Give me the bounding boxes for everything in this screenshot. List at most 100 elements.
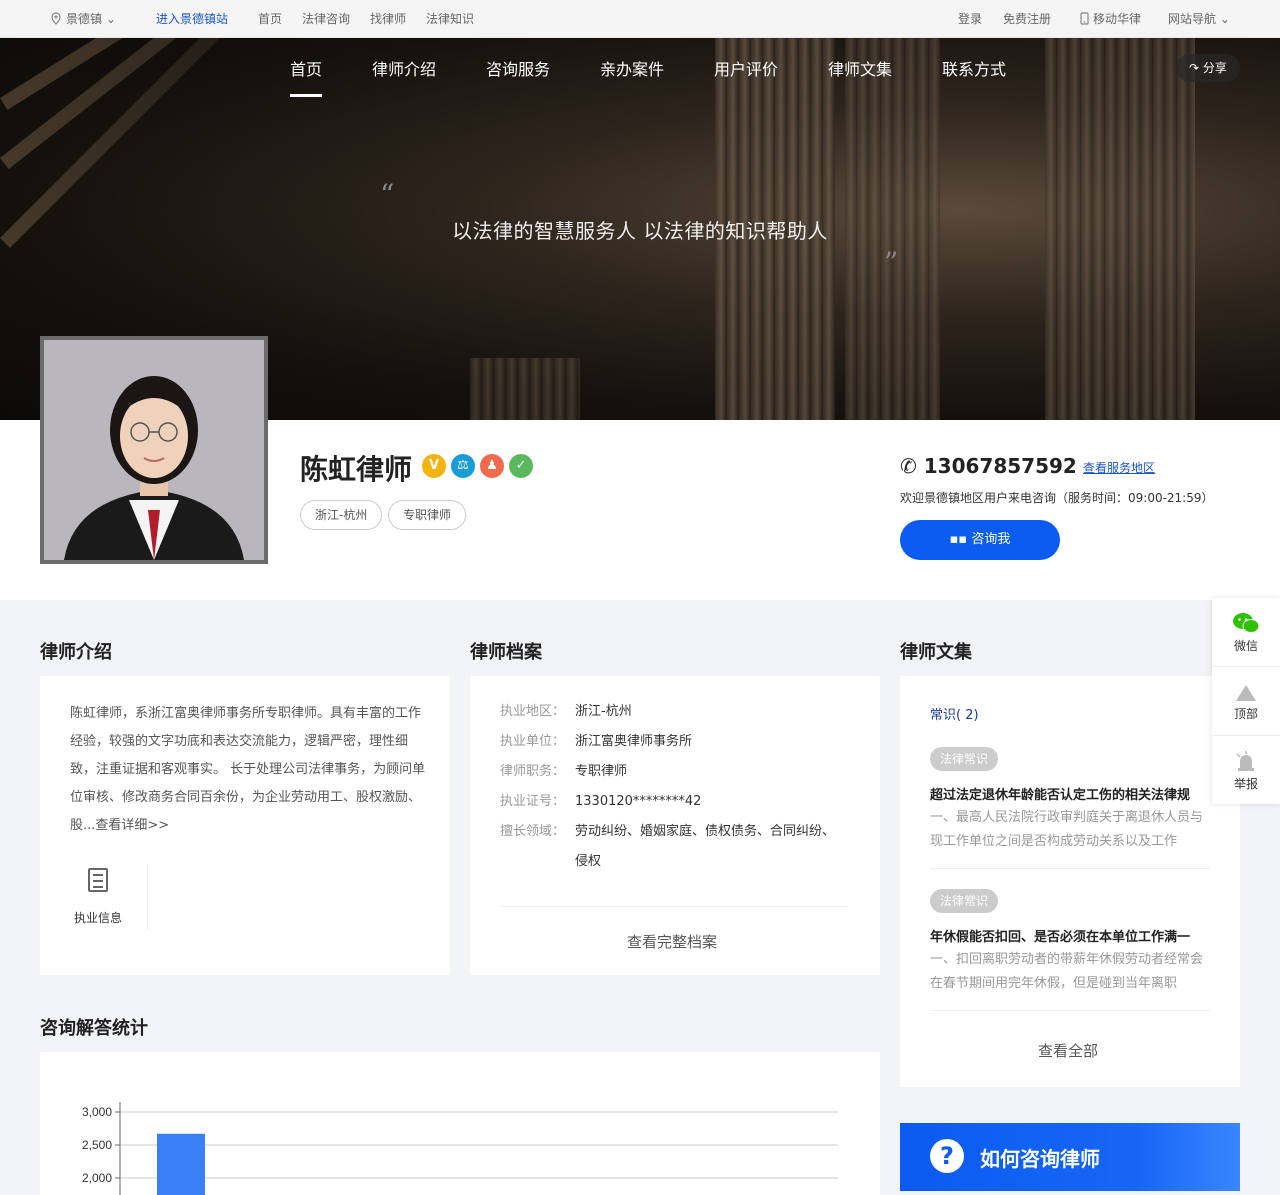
- share-label: 分享: [1202, 61, 1227, 75]
- scales-icon: ⚖: [451, 454, 475, 478]
- archive-row: 执业地区： 浙江-杭州: [500, 697, 632, 727]
- article-tag: 法律常识: [930, 889, 999, 913]
- report-button[interactable]: 举报: [1212, 750, 1280, 792]
- mobile-phone-icon: [1080, 12, 1089, 25]
- enter-site-link[interactable]: 进入景德镇站: [156, 12, 228, 26]
- y-tick-label: 2,000: [82, 1171, 112, 1185]
- share-button[interactable]: ↷ 分享: [1176, 54, 1240, 82]
- y-tick-label: 3,000: [82, 1105, 112, 1119]
- view-full-archive-link[interactable]: 查看完整档案: [627, 931, 717, 952]
- top-link-find-lawyer[interactable]: 找律师: [370, 12, 406, 26]
- nav-contact[interactable]: 联系方式: [942, 60, 1006, 80]
- chart-bar: [157, 1133, 205, 1195]
- intro-title: 律师介绍: [40, 642, 112, 663]
- banner-slogan: 以法律的智慧服务人 以法律的知识帮助人: [452, 219, 828, 243]
- how-to-consult-banner[interactable]: ? 如何咨询律师: [900, 1123, 1240, 1191]
- nav-consult-service[interactable]: 咨询服务: [486, 60, 550, 80]
- divider: [930, 868, 1210, 869]
- divider: [1212, 666, 1280, 667]
- open-quote-icon: “: [380, 178, 395, 211]
- nav-reviews[interactable]: 用户评价: [714, 60, 778, 80]
- triangle-up-icon: [1236, 685, 1256, 701]
- y-tick-label: 2,500: [82, 1138, 112, 1152]
- consult-button[interactable]: ▪▪ 咨询我: [900, 520, 1060, 560]
- chevron-down-icon: ⌄: [102, 12, 116, 26]
- view-all-articles-link[interactable]: 查看全部: [1038, 1040, 1098, 1061]
- share-icon: ↷: [1189, 61, 1203, 75]
- nav-cases[interactable]: 亲办案件: [600, 60, 664, 80]
- stats-title: 咨询解答统计: [40, 1018, 148, 1039]
- alarm-icon: [1236, 751, 1254, 771]
- article-title[interactable]: 年休假能否扣回、是否必须在本单位工作满一: [930, 926, 1210, 945]
- archive-key: 擅长领域：: [500, 824, 566, 839]
- archive-row: 执业证号： 1330120********42: [500, 787, 701, 817]
- certificate-icon: ✓: [509, 454, 533, 478]
- lawyer-portrait: [44, 340, 264, 560]
- main-nav: 首页 律师介绍 咨询服务 亲办案件 用户评价 律师文集 联系方式: [0, 60, 1280, 100]
- nav-lawyer-intro[interactable]: 律师介绍: [372, 60, 436, 80]
- mobile-link[interactable]: 移动华律: [1080, 12, 1141, 26]
- archive-key: 执业单位：: [500, 734, 566, 749]
- verified-icon: V: [422, 454, 446, 478]
- archive-value: 浙江富奥律师事务所: [575, 734, 693, 749]
- role-tag: 专职律师: [388, 500, 467, 530]
- lawyer-name: 陈虹律师: [300, 453, 413, 486]
- phone-number: ✆ 13067857592: [900, 454, 1077, 478]
- region-tag: 浙江-杭州: [300, 500, 383, 530]
- document-icon[interactable]: [88, 868, 108, 892]
- phone-value: 13067857592: [923, 454, 1077, 478]
- stats-card: 2,000 2,500 3,000: [40, 1052, 880, 1195]
- archive-key: 律师职务：: [500, 764, 566, 779]
- divider: [1212, 735, 1280, 736]
- back-to-top-button[interactable]: 顶部: [1212, 684, 1280, 722]
- nav-articles[interactable]: 律师文集: [828, 60, 892, 80]
- floating-side-panel: 微信 顶部 举报: [1212, 598, 1280, 804]
- articles-title: 律师文集: [900, 642, 972, 663]
- lawyer-avatar: [40, 336, 268, 564]
- top-bar: 景德镇 ⌄ 进入景德镇站 首页 法律咨询 找律师 法律知识 登录 免费注册 移动…: [0, 0, 1280, 38]
- location-label: 景德镇: [66, 12, 103, 26]
- location-pin-icon: [51, 12, 61, 25]
- location-selector[interactable]: 景德镇 ⌄: [50, 12, 116, 26]
- wechat-label: 微信: [1233, 639, 1258, 653]
- service-area-link[interactable]: 查看服务地区: [1083, 459, 1155, 476]
- top-link-consult[interactable]: 法律咨询: [302, 12, 350, 26]
- chevron-down-icon: ⌄: [1216, 12, 1230, 26]
- mobile-label: 移动华律: [1093, 12, 1142, 26]
- archive-key: 执业证号：: [500, 794, 566, 809]
- person-icon: ♟: [480, 454, 504, 478]
- divider: [500, 906, 848, 907]
- top-link-knowledge[interactable]: 法律知识: [426, 12, 474, 26]
- site-nav-dropdown[interactable]: 网站导航 ⌄: [1168, 12, 1230, 26]
- archive-key: 执业地区：: [500, 704, 566, 719]
- archive-value: 1330120********42: [575, 794, 702, 809]
- article-title[interactable]: 超过法定退休年龄能否认定工伤的相关法律规: [930, 784, 1210, 803]
- practice-info-link[interactable]: 执业信息: [74, 909, 122, 926]
- archive-value: 专职律师: [575, 764, 628, 779]
- nav-home[interactable]: 首页: [290, 60, 323, 97]
- top-link-home[interactable]: 首页: [258, 12, 282, 26]
- site-nav-label: 网站导航: [1168, 12, 1217, 26]
- close-quote-icon: ”: [884, 246, 899, 279]
- article-summary: 一、最高人民法院行政审判庭关于离退休人员与现工作单位之间是否构成劳动关系以及工作: [930, 810, 1204, 849]
- banner-column: [470, 358, 580, 420]
- archive-row: 执业单位： 浙江富奥律师事务所: [500, 727, 692, 757]
- consult-label: 咨询我: [971, 532, 1011, 547]
- wechat-button[interactable]: 微信: [1212, 612, 1280, 654]
- intro-text[interactable]: 陈虹律师，系浙江富奥律师事务所专职律师。具有丰富的工作经验，较强的文字功底和表达…: [70, 700, 426, 840]
- archive-row: 擅长领域：: [500, 817, 575, 847]
- category-link[interactable]: 常识( 2): [930, 704, 979, 723]
- report-label: 举报: [1233, 777, 1258, 791]
- register-link[interactable]: 免费注册: [1003, 12, 1051, 26]
- wechat-icon: [1233, 613, 1260, 633]
- question-icon: ?: [930, 1139, 964, 1173]
- archive-value: 浙江-杭州: [575, 704, 632, 719]
- articles-card: [900, 676, 1240, 1087]
- how-to-consult-label: 如何咨询律师: [980, 1147, 1100, 1171]
- top-label: 顶部: [1233, 707, 1258, 721]
- specialty-value: 劳动纠纷、婚姻家庭、债权债务、合同纠纷、侵权: [575, 824, 836, 869]
- stats-chart: 2,000 2,500 3,000: [82, 1102, 838, 1195]
- article-summary: 一、扣回离职劳动者的带薪年休假劳动者经常会在春节期间用完年休假，但是碰到当年离职: [930, 952, 1204, 991]
- divider: [147, 864, 148, 930]
- login-link[interactable]: 登录: [958, 12, 982, 26]
